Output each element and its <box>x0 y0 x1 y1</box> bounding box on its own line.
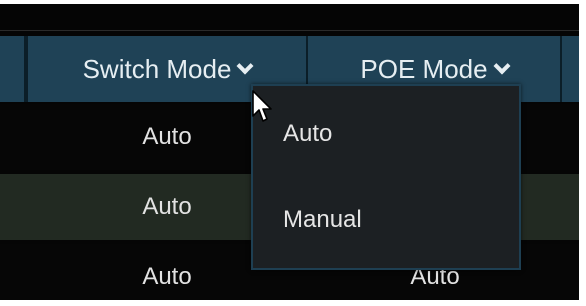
top-divider <box>0 30 579 31</box>
mouse-pointer-icon <box>252 90 272 122</box>
switch-mode-dropdown-menu: Auto Manual <box>251 84 521 270</box>
header-cell-previous <box>0 36 26 102</box>
dropdown-option-auto[interactable]: Auto <box>283 120 332 148</box>
dropdown-option-manual[interactable]: Manual <box>283 206 362 234</box>
table-panel: Switch Mode POE Mode Auto Auto Auto Auto… <box>0 4 579 300</box>
poe-mode-header-label: POE Mode <box>360 53 488 84</box>
screenshot-frame: Switch Mode POE Mode Auto Auto Auto Auto… <box>0 0 586 306</box>
chevron-down-icon[interactable] <box>493 57 511 75</box>
chevron-down-icon[interactable] <box>236 57 254 75</box>
header-cell-next <box>562 36 579 102</box>
switch-mode-header-label: Switch Mode <box>82 53 232 84</box>
